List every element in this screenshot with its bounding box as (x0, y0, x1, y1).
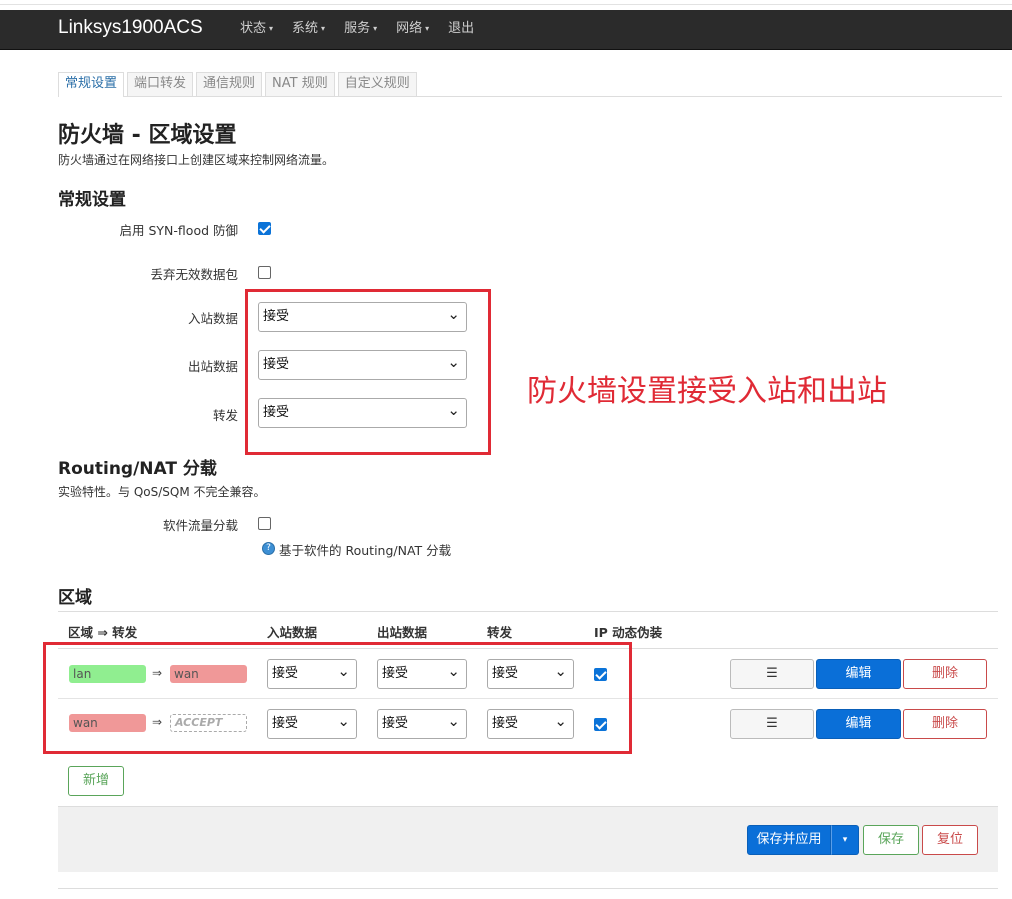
forward-policy-label: 转发 (212, 408, 238, 423)
menu-services[interactable]: 服务 ▾ (344, 10, 377, 50)
reset-button[interactable]: 复位 (922, 825, 978, 855)
save-apply-dropdown-button[interactable]: ▾ (831, 825, 859, 855)
add-zone-button[interactable]: 新增 (68, 766, 124, 796)
tab-custom-rules[interactable]: 自定义规则 (337, 72, 417, 96)
brand-title[interactable]: Linksys1900ACS (58, 17, 203, 39)
col-zone: 区域 ⇒ 转发 (68, 625, 138, 640)
bottom-divider (58, 888, 998, 889)
form-actions-bar: 保存并应用 ▾ 保存 复位 (58, 806, 998, 872)
drop-invalid-label: 丢弃无效数据包 (150, 267, 238, 282)
output-policy-label: 出站数据 (187, 359, 238, 374)
menu-system[interactable]: 系统 ▾ (292, 10, 325, 50)
menu-network[interactable]: 网络 ▾ (396, 10, 429, 50)
offload-heading: Routing/NAT 分载 (58, 459, 217, 479)
offload-help-text: 基于软件的 Routing/NAT 分载 (279, 543, 452, 558)
edit-button[interactable]: 编辑 (816, 659, 901, 689)
menu-status[interactable]: 状态 ▾ (240, 10, 273, 50)
reorder-button[interactable]: ☰ (730, 709, 814, 739)
col-input: 入站数据 (267, 625, 318, 640)
col-masquerade: IP 动态伪装 (594, 625, 663, 640)
syn-flood-checkbox[interactable] (258, 222, 271, 235)
general-heading: 常规设置 (58, 190, 126, 210)
drop-invalid-checkbox[interactable] (258, 266, 271, 279)
top-navbar: Linksys1900ACS 状态 ▾ 系统 ▾ 服务 ▾ 网络 ▾ 退出 (0, 10, 1012, 50)
col-forward: 转发 (487, 625, 513, 640)
annotation-box-general (245, 289, 491, 455)
annotation-box-zones (43, 642, 632, 754)
tab-general[interactable]: 常规设置 (58, 72, 125, 97)
tab-nat-rules[interactable]: NAT 规则 (265, 72, 335, 96)
col-output: 出站数据 (377, 625, 428, 640)
annotation-text: 防火墙设置接受入站和出站 (527, 374, 887, 409)
main-menu: 状态 ▾ 系统 ▾ 服务 ▾ 网络 ▾ 退出 (240, 10, 493, 50)
tab-port-forward[interactable]: 端口转发 (127, 72, 194, 96)
delete-button[interactable]: 删除 (903, 709, 987, 739)
page-title: 防火墙 - 区域设置 (58, 123, 237, 148)
software-offload-checkbox[interactable] (258, 517, 271, 530)
edit-button[interactable]: 编辑 (816, 709, 901, 739)
save-apply-button[interactable]: 保存并应用 (747, 825, 831, 855)
tab-traffic-rules[interactable]: 通信规则 (196, 72, 263, 96)
software-offload-label: 软件流量分载 (162, 518, 238, 533)
firewall-tabs: 常规设置 端口转发 通信规则 NAT 规则 自定义规则 (58, 72, 1002, 97)
browser-top-strip (0, 0, 1012, 10)
help-icon: ? (262, 542, 275, 555)
delete-button[interactable]: 删除 (903, 659, 987, 689)
caret-down-icon: ▾ (269, 24, 274, 33)
menu-logout[interactable]: 退出 (448, 10, 474, 50)
reorder-button[interactable]: ☰ (730, 659, 814, 689)
zones-heading: 区域 (58, 588, 92, 608)
page-description: 防火墙通过在网络接口上创建区域来控制网络流量。 (58, 153, 335, 167)
caret-down-icon: ▾ (321, 24, 326, 33)
offload-description: 实验特性。与 QoS/SQM 不完全兼容。 (58, 485, 266, 499)
caret-down-icon: ▾ (425, 24, 430, 33)
save-button[interactable]: 保存 (863, 825, 919, 855)
caret-down-icon: ▾ (373, 24, 378, 33)
syn-flood-label: 启用 SYN-flood 防御 (119, 223, 238, 238)
input-policy-label: 入站数据 (187, 311, 238, 326)
